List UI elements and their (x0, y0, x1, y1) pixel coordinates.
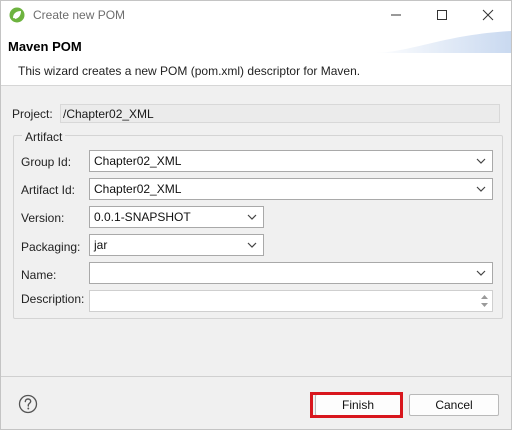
maximize-icon (437, 10, 447, 20)
packaging-label: Packaging: (21, 240, 81, 254)
version-value: 0.0.1-SNAPSHOT (94, 210, 191, 224)
group-id-label: Group Id: (21, 155, 72, 169)
header-decoration (371, 31, 511, 53)
group-id-value: Chapter02_XML (94, 154, 182, 168)
minimize-button[interactable] (373, 1, 419, 29)
maximize-button[interactable] (419, 1, 465, 29)
minimize-icon (391, 14, 401, 16)
group-id-combo[interactable]: Chapter02_XML (89, 150, 493, 172)
artifact-id-combo[interactable]: Chapter02_XML (89, 178, 493, 200)
name-label: Name: (21, 268, 57, 282)
artifact-legend: Artifact (22, 130, 66, 144)
description-textarea[interactable] (89, 290, 493, 312)
artifact-id-label: Artifact Id: (21, 183, 76, 197)
name-combo[interactable] (89, 262, 493, 284)
packaging-combo[interactable]: jar (89, 234, 264, 256)
spring-leaf-icon (9, 7, 25, 23)
version-combo[interactable]: 0.0.1-SNAPSHOT (89, 206, 264, 228)
description-label: Description: (21, 292, 85, 306)
artifact-id-value: Chapter02_XML (94, 182, 182, 196)
scroll-arrows-icon[interactable] (479, 293, 490, 309)
window-title: Create new POM (33, 8, 126, 22)
help-icon[interactable] (18, 394, 38, 414)
wizard-header: Maven POM This wizard creates a new POM … (1, 29, 511, 86)
chevron-down-icon (247, 214, 257, 220)
title-bar: Create new POM (1, 1, 511, 29)
wizard-description: This wizard creates a new POM (pom.xml) … (18, 64, 361, 78)
project-label: Project: (12, 107, 53, 121)
footer-separator (1, 376, 511, 377)
project-value: /Chapter02_XML (63, 107, 154, 121)
dialog-window: Create new POM Maven POM This wizard cre… (0, 0, 512, 430)
cancel-button[interactable]: Cancel (409, 394, 499, 416)
chevron-down-icon (476, 186, 486, 192)
close-button[interactable] (465, 1, 511, 29)
version-label: Version: (21, 211, 65, 225)
highlight-box (310, 392, 403, 418)
chevron-down-icon (476, 270, 486, 276)
chevron-down-icon (476, 158, 486, 164)
close-icon (482, 9, 494, 21)
chevron-down-icon (247, 242, 257, 248)
project-field: /Chapter02_XML (60, 104, 500, 123)
wizard-title: Maven POM (8, 39, 82, 54)
packaging-value: jar (94, 238, 108, 252)
